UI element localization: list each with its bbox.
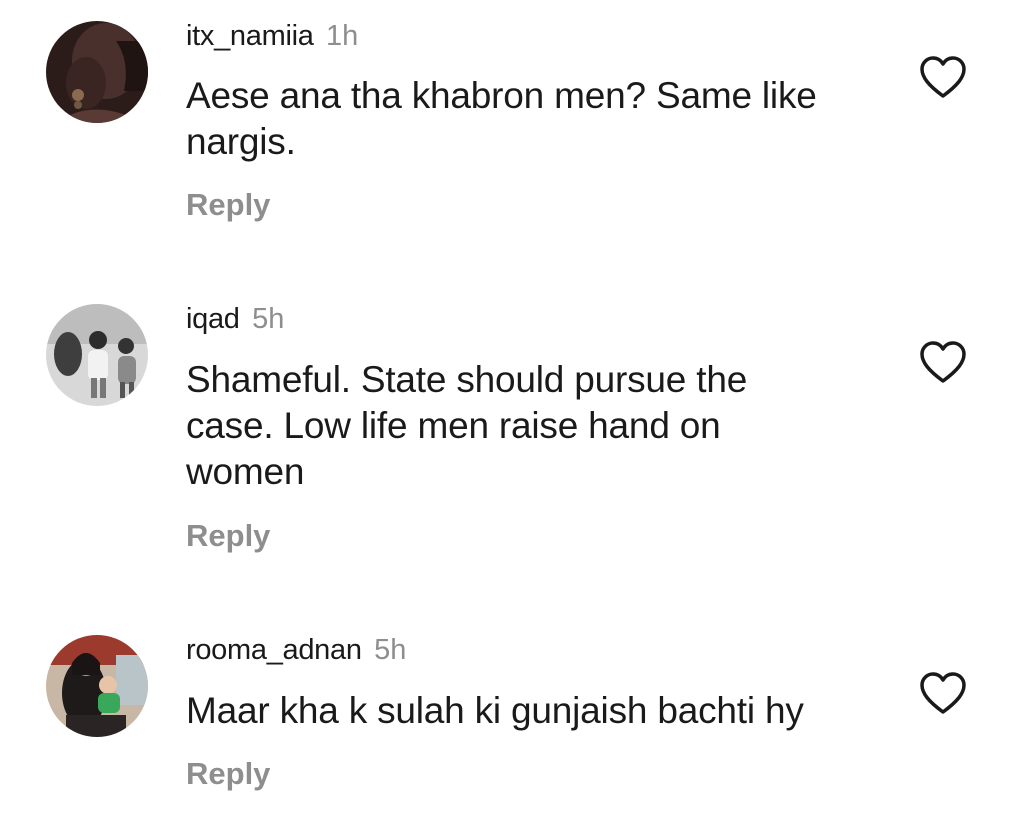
comment-text: Maar kha k sulah ki gunjaish bachti hy	[186, 690, 804, 731]
like-button[interactable]	[918, 339, 968, 385]
avatar[interactable]	[46, 21, 148, 123]
username[interactable]: rooma_adnan	[186, 634, 362, 666]
avatar[interactable]	[46, 635, 148, 737]
heart-outline-icon	[920, 56, 966, 98]
comment-meta: rooma_adnan 5h	[186, 636, 406, 665]
like-button[interactable]	[918, 54, 968, 100]
comment-meta: itx_namiia 1h	[186, 22, 358, 51]
comment-text: Aese ana tha khabron men? Same like narg…	[186, 75, 817, 162]
timestamp: 1h	[326, 20, 359, 52]
heart-outline-icon	[920, 341, 966, 383]
reply-button[interactable]: Reply	[186, 520, 270, 551]
heart-outline-icon	[920, 672, 966, 714]
reply-button[interactable]: Reply	[186, 758, 270, 789]
comment-meta: iqad 5h	[186, 305, 284, 334]
username[interactable]: iqad	[186, 303, 240, 335]
comment-text: Shameful. State should pursue the case. …	[186, 359, 748, 492]
timestamp: 5h	[374, 634, 407, 666]
like-button[interactable]	[918, 670, 968, 716]
reply-button[interactable]: Reply	[186, 189, 270, 220]
avatar[interactable]	[46, 304, 148, 406]
timestamp: 5h	[252, 303, 285, 335]
username[interactable]: itx_namiia	[186, 20, 314, 52]
